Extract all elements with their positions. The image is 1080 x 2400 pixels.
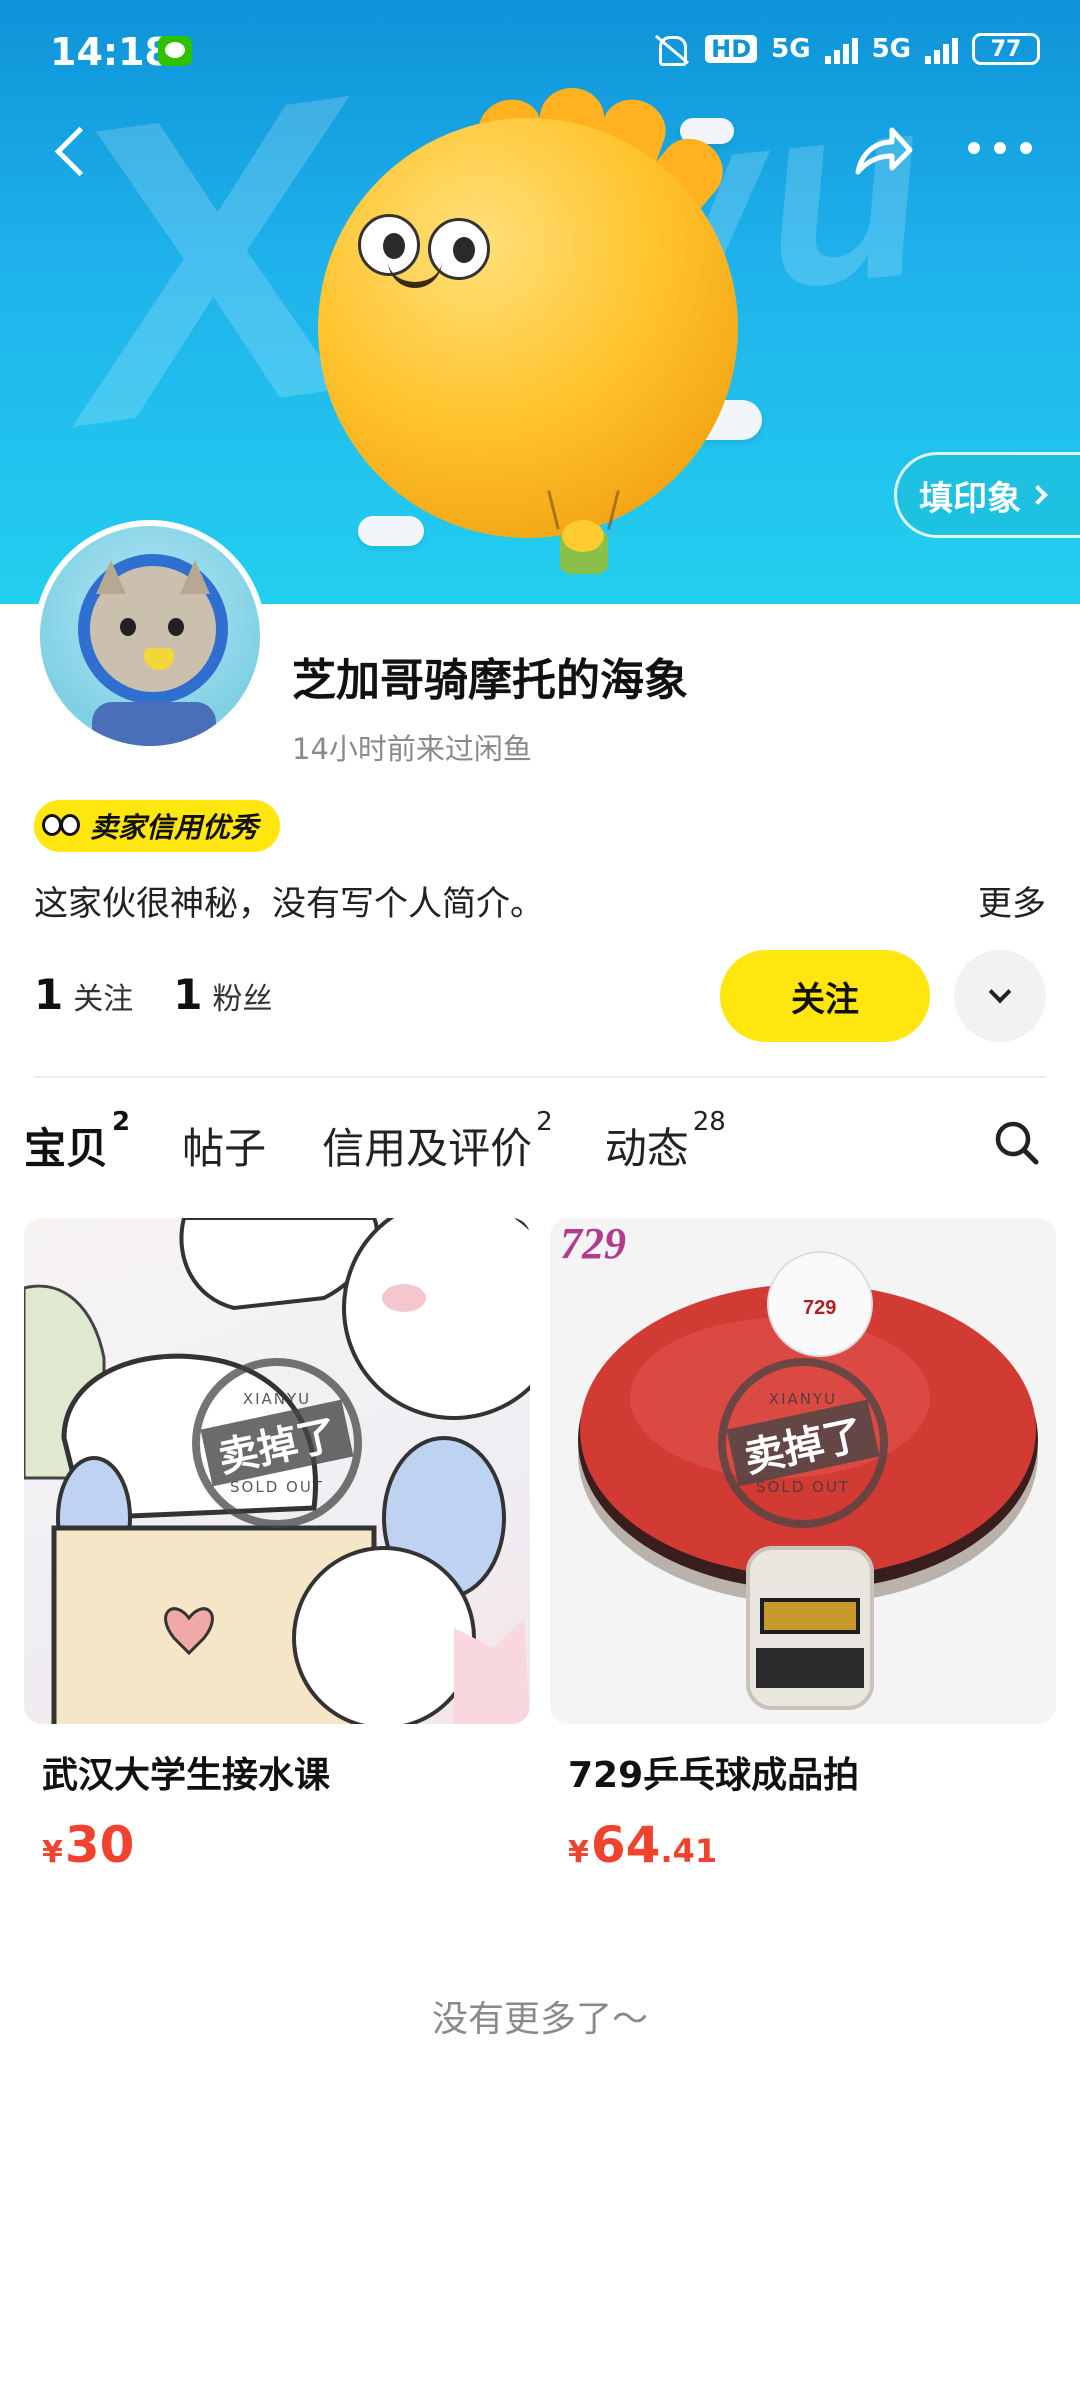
price-currency: ¥ <box>568 1835 589 1870</box>
sold-out-stamp: XIANYU 卖掉了 SOLD OUT <box>718 1358 888 1528</box>
price-integer: 64 <box>590 1816 661 1874</box>
section-divider <box>34 1076 1046 1078</box>
item-card[interactable]: 729 729 XIANYU 卖掉了 SOLD OUT 729乒乓球成品拍 ¥ … <box>550 1218 1056 1874</box>
tab-label: 信用及评价 <box>322 1124 533 1173</box>
profile-banner: X yu 14:18 HD 5G 5G 77 填印象 <box>0 0 1080 604</box>
tab-credit-reviews[interactable]: 信用及评价 2 <box>322 1107 553 1176</box>
share-icon-svg <box>855 127 913 175</box>
avatar[interactable] <box>34 520 266 752</box>
astronaut-helmet <box>78 554 228 704</box>
search-icon-svg <box>995 1121 1039 1165</box>
following-count: 1 <box>34 970 64 1019</box>
network-label: 5G <box>771 34 811 64</box>
followers-count: 1 <box>173 970 203 1019</box>
seal-ear <box>96 560 126 594</box>
stamp-main-text: 卖掉了 <box>200 1399 354 1487</box>
followers-label: 粉丝 <box>212 982 273 1017</box>
item-price: ¥ 64 .41 <box>550 1816 1056 1874</box>
fill-impression-button[interactable]: 填印象 <box>894 452 1080 538</box>
tab-label: 动态 <box>604 1124 689 1173</box>
stamp-main-text: 卖掉了 <box>726 1399 880 1487</box>
tab-posts[interactable]: 帖子 <box>182 1115 270 1176</box>
seller-credit-badge[interactable]: 卖家信用优秀 <box>34 800 281 852</box>
mascot-smile <box>388 258 442 288</box>
no-more-text: 没有更多了～ <box>431 1999 648 2040</box>
basket-passenger <box>562 520 604 552</box>
bio-text: 这家伙很神秘，没有写个人简介。 <box>34 884 544 924</box>
price-currency: ¥ <box>42 1835 63 1870</box>
brand-logo: 729 <box>560 1219 626 1268</box>
following-stat[interactable]: 1 关注 <box>34 970 133 1019</box>
following-label: 关注 <box>73 982 134 1017</box>
item-title: 武汉大学生接水课 <box>42 1755 331 1796</box>
more-icon[interactable] <box>968 136 1032 160</box>
expand-button[interactable] <box>954 950 1046 1042</box>
item-image: 729 729 XIANYU 卖掉了 SOLD OUT <box>550 1218 1056 1724</box>
mute-icon <box>651 32 691 66</box>
wechat-icon <box>158 36 192 66</box>
status-time: 14:18 <box>50 30 171 74</box>
seal-muzzle <box>144 648 174 670</box>
item-title: 729乒乓球成品拍 <box>568 1755 860 1796</box>
svg-text:729: 729 <box>803 1297 836 1319</box>
content-tabs: 宝贝 2 帖子 信用及评价 2 动态 28 <box>24 1106 778 1176</box>
astronaut-suit <box>92 702 216 746</box>
tab-activity[interactable]: 动态 28 <box>604 1107 726 1176</box>
chevron-down-icon <box>988 980 1012 1004</box>
cloud-decoration <box>358 516 424 546</box>
tab-label: 帖子 <box>182 1124 267 1173</box>
username: 芝加哥骑摩托的海象 <box>292 655 688 706</box>
item-price: ¥ 30 <box>24 1816 530 1874</box>
last-seen-text: 14小时前来过闲鱼 <box>292 732 532 766</box>
tab-count: 2 <box>536 1107 553 1137</box>
battery-icon: 77 <box>972 33 1040 65</box>
status-right: HD 5G 5G 77 <box>651 32 1040 66</box>
fill-impression-label: 填印象 <box>919 478 1021 519</box>
seal-eye <box>120 618 136 636</box>
chevron-right-icon <box>1028 485 1048 505</box>
tab-count: 28 <box>692 1107 726 1137</box>
signal-icon <box>824 34 858 64</box>
seal-ear <box>180 560 210 594</box>
sold-out-stamp: XIANYU 卖掉了 SOLD OUT <box>192 1358 362 1528</box>
follow-button[interactable]: 关注 <box>720 950 930 1042</box>
item-image: XIANYU 卖掉了 SOLD OUT <box>24 1218 530 1724</box>
back-icon[interactable] <box>48 124 92 180</box>
stamp-top-text: XIANYU <box>242 1390 312 1408</box>
network-label: 5G <box>871 34 911 64</box>
stamp-bottom-text: SOLD OUT <box>230 1478 324 1496</box>
share-icon[interactable] <box>848 118 918 188</box>
search-icon[interactable] <box>992 1118 1042 1168</box>
followers-stat[interactable]: 1 粉丝 <box>173 970 272 1019</box>
credit-face-icon <box>40 806 80 846</box>
bio-more-link[interactable]: 更多 <box>978 876 1046 925</box>
avatar-image <box>40 526 260 746</box>
price-decimal: .41 <box>660 1832 718 1870</box>
hd-icon: HD <box>705 35 758 63</box>
stamp-bottom-text: SOLD OUT <box>756 1478 850 1496</box>
follow-stats: 1 关注 1 粉丝 <box>34 970 272 1019</box>
tab-items[interactable]: 宝贝 2 <box>24 1107 130 1176</box>
item-card[interactable]: XIANYU 卖掉了 SOLD OUT 武汉大学生接水课 ¥ 30 <box>24 1218 530 1874</box>
seal-eye <box>168 618 184 636</box>
balloon-mascot <box>318 118 738 538</box>
credit-badge-label: 卖家信用优秀 <box>90 811 259 844</box>
stamp-top-text: XIANYU <box>768 1390 838 1408</box>
status-bar: 14:18 HD 5G 5G 77 <box>0 0 1080 100</box>
price-integer: 30 <box>64 1816 135 1874</box>
signal-icon <box>925 34 958 64</box>
tab-count: 2 <box>112 1107 131 1137</box>
tab-label: 宝贝 <box>24 1124 109 1173</box>
battery-level: 77 <box>990 36 1022 62</box>
